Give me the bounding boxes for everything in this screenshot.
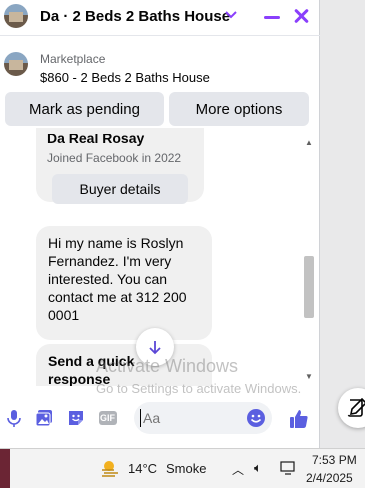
message-input[interactable]: [140, 409, 240, 427]
mark-pending-button[interactable]: Mark as pending: [5, 92, 164, 126]
chat-header: Da · 2 Beds 2 Baths House: [0, 0, 320, 36]
microphone-icon[interactable]: [4, 408, 24, 428]
weather-condition[interactable]: Smoke: [166, 461, 206, 476]
taskbar-time[interactable]: 7:53 PM: [312, 453, 357, 467]
weather-temperature[interactable]: 14°C: [128, 461, 157, 476]
taskbar-date[interactable]: 2/4/2025: [306, 471, 353, 485]
chat-title[interactable]: Da · 2 Beds 2 Baths House: [40, 8, 230, 25]
listing-actions: Mark as pending More options: [0, 90, 320, 128]
gif-label: GIF: [100, 413, 115, 423]
joined-date: Joined Facebook in 2022: [47, 151, 182, 165]
network-icon[interactable]: [280, 461, 296, 475]
message-field-container: [134, 402, 272, 434]
buyer-name: Da Real Rosay: [47, 130, 145, 146]
listing-photo: [4, 52, 28, 76]
thumbs-up-icon[interactable]: [288, 408, 308, 428]
buyer-profile-card: Da Real Rosay Joined Facebook in 2022 Bu…: [36, 128, 204, 204]
arrow-down-icon: [149, 341, 161, 355]
photo-icon[interactable]: [34, 408, 54, 428]
tray-overflow-chevron-icon[interactable]: ︿: [232, 461, 244, 478]
listing-summary[interactable]: Marketplace $860 - 2 Beds 2 Baths House: [0, 40, 320, 88]
chat-window: Da · 2 Beds 2 Baths House Marketplace $8…: [0, 0, 320, 448]
speaker-icon[interactable]: 🔈︎: [254, 460, 262, 476]
quick-response-label: Send a quick response: [48, 353, 135, 386]
listing-description: $860 - 2 Beds 2 Baths House: [40, 70, 210, 85]
scroll-to-bottom-button[interactable]: [136, 328, 174, 366]
gif-icon[interactable]: GIF: [98, 408, 118, 428]
edit-icon: [347, 397, 365, 417]
emoji-icon[interactable]: [246, 408, 266, 428]
message-bubble: Hi my name is Roslyn Fernandez. I'm very…: [36, 226, 212, 340]
quick-response-card[interactable]: Send a quick response: [36, 344, 212, 386]
weather-icon[interactable]: [100, 457, 122, 479]
close-icon[interactable]: [292, 6, 310, 26]
scrollbar-thumb[interactable]: [304, 256, 314, 318]
message-composer: GIF: [0, 398, 320, 438]
chevron-down-icon[interactable]: [224, 8, 238, 22]
scroll-down-arrow-icon[interactable]: ▼: [305, 372, 313, 381]
new-message-button[interactable]: [338, 388, 365, 428]
minimize-icon[interactable]: [264, 16, 280, 19]
listing-thumbnail[interactable]: [4, 4, 28, 28]
windows-taskbar: 14°C Smoke ︿ 🔈︎ 7:53 PM 2/4/2025: [0, 448, 365, 488]
more-options-button[interactable]: More options: [169, 92, 309, 126]
listing-source: Marketplace: [40, 52, 106, 66]
taskbar-app-strip[interactable]: [0, 449, 10, 488]
message-text: Hi my name is Roslyn Fernandez. I'm very…: [48, 235, 187, 323]
chat-scrollbar[interactable]: ▲ ▼: [302, 138, 316, 384]
sticker-icon[interactable]: [66, 408, 86, 428]
scroll-up-arrow-icon[interactable]: ▲: [305, 138, 313, 147]
buyer-details-button[interactable]: Buyer details: [52, 174, 188, 204]
